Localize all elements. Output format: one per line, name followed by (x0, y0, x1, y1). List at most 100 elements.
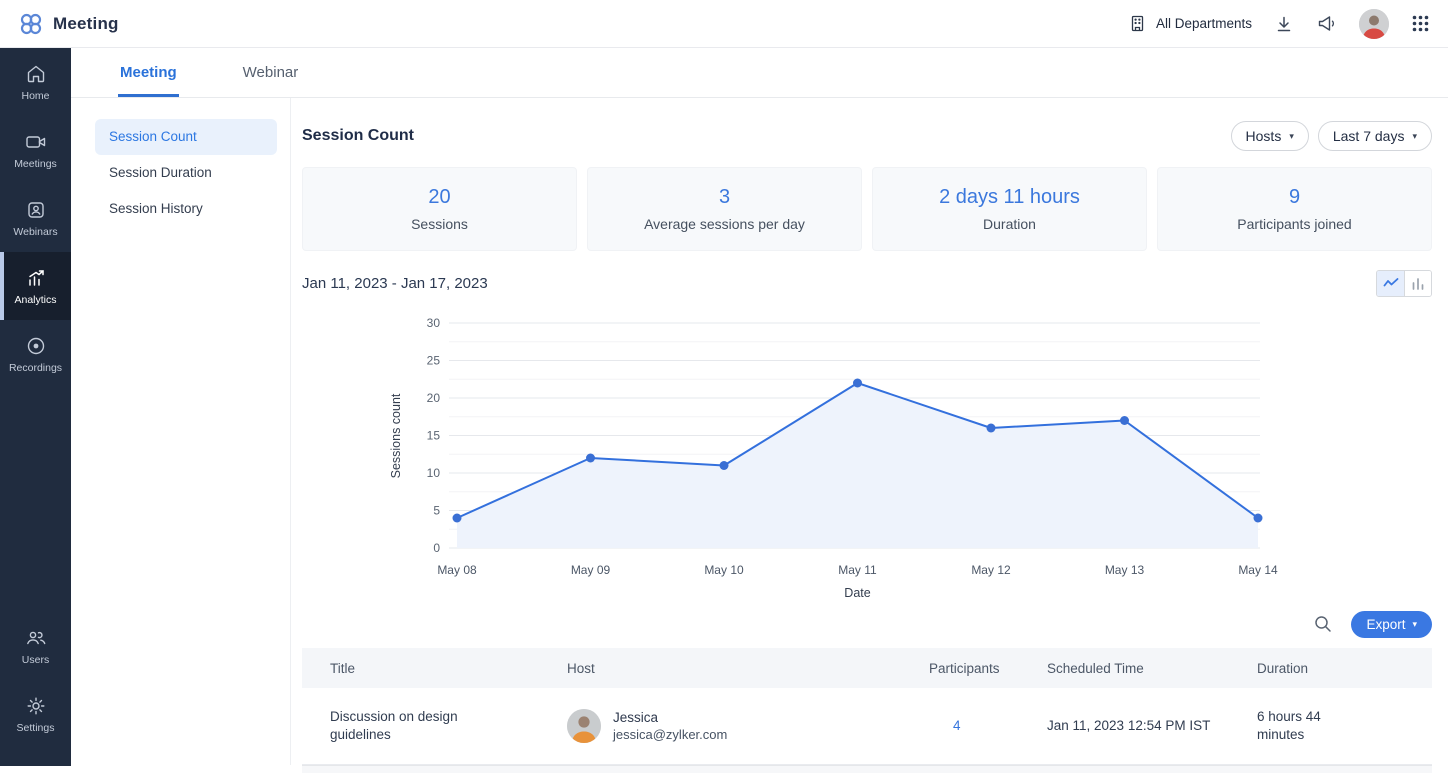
stat-value: 3 (719, 186, 730, 209)
sidebar-item-settings[interactable]: Settings (0, 680, 71, 748)
y-tick-label: 30 (427, 316, 441, 330)
export-button[interactable]: Export ▾ (1351, 611, 1432, 638)
sidebar-item-label: Meetings (14, 158, 57, 170)
x-tick-label: May 12 (971, 563, 1011, 577)
settings-icon (25, 695, 47, 717)
stat-card-average-sessions: 3 Average sessions per day (587, 167, 862, 251)
search-icon[interactable] (1309, 610, 1337, 638)
line-chart-toggle-icon[interactable] (1377, 271, 1404, 296)
table-row[interactable]: Discussion on design guidelines (302, 688, 1432, 764)
app-sidebar: Home Meetings Webinars Analytics (0, 48, 71, 766)
sessions-table: Title Host Participants Scheduled Time D… (302, 648, 1432, 765)
data-point (1120, 416, 1129, 425)
x-tick-label: May 10 (704, 563, 744, 577)
host-email: jessica@zylker.com (613, 726, 727, 743)
download-icon[interactable] (1274, 14, 1294, 34)
data-point (720, 461, 729, 470)
analytics-subnav: Session Count Session Duration Session H… (71, 98, 291, 765)
chevron-down-icon: ▾ (1289, 131, 1294, 142)
table-header-row: Title Host Participants Scheduled Time D… (302, 648, 1432, 688)
column-scheduled-time: Scheduled Time (1047, 648, 1257, 688)
meeting-logo-icon (18, 11, 44, 37)
subnav-item-session-history[interactable]: Session History (95, 191, 277, 227)
bar-chart-toggle-icon[interactable] (1404, 271, 1431, 296)
stat-label: Participants joined (1237, 216, 1351, 232)
apps-grid-icon[interactable] (1411, 14, 1430, 33)
app-title: Meeting (53, 14, 119, 34)
x-tick-label: May 13 (1105, 563, 1145, 577)
data-point (453, 514, 462, 523)
y-tick-label: 25 (427, 354, 441, 368)
column-title: Title (302, 648, 567, 688)
chevron-down-icon: ▾ (1412, 619, 1417, 630)
sidebar-item-label: Home (21, 90, 49, 102)
tab-webinar[interactable]: Webinar (241, 64, 301, 97)
y-axis-label: Sessions count (389, 393, 403, 478)
sidebar-item-label: Users (22, 654, 49, 666)
department-selector[interactable]: All Departments (1128, 14, 1252, 33)
sidebar-item-users[interactable]: Users (0, 612, 71, 680)
date-range-label: Last 7 days (1333, 128, 1405, 144)
meetings-icon (24, 131, 48, 153)
recordings-icon (25, 335, 47, 357)
stat-value: 9 (1289, 186, 1300, 209)
sidebar-item-label: Recordings (9, 362, 62, 374)
app-brand: Meeting (18, 11, 119, 37)
stat-card-participants: 9 Participants joined (1157, 167, 1432, 251)
host-avatar (567, 709, 601, 743)
data-point (586, 454, 595, 463)
tab-meeting[interactable]: Meeting (118, 64, 179, 97)
webinars-icon (25, 199, 47, 221)
users-icon (24, 627, 48, 649)
stat-card-sessions: 20 Sessions (302, 167, 577, 251)
sidebar-item-webinars[interactable]: Webinars (0, 184, 71, 252)
chart-area-fill (457, 383, 1258, 548)
x-tick-label: May 08 (437, 563, 477, 577)
sidebar-item-recordings[interactable]: Recordings (0, 320, 71, 388)
stat-card-duration: 2 days 11 hours Duration (872, 167, 1147, 251)
home-icon (25, 63, 47, 85)
date-range-dropdown[interactable]: Last 7 days ▾ (1318, 121, 1432, 151)
tabbar: Meeting Webinar (71, 48, 1448, 98)
export-label: Export (1366, 617, 1405, 632)
column-duration: Duration (1257, 648, 1432, 688)
announcements-icon[interactable] (1316, 13, 1337, 34)
y-tick-label: 0 (433, 541, 440, 555)
user-avatar[interactable] (1359, 9, 1389, 39)
sidebar-item-analytics[interactable]: Analytics (0, 252, 71, 320)
data-point (987, 424, 996, 433)
y-tick-label: 10 (427, 466, 441, 480)
host-name: Jessica (613, 709, 727, 726)
session-count-panel: Session Count Hosts ▾ Last 7 days ▾ 20 S… (291, 98, 1448, 765)
sidebar-item-label: Analytics (14, 294, 56, 306)
x-tick-label: May 14 (1238, 563, 1278, 577)
stat-label: Duration (983, 216, 1036, 232)
x-tick-label: May 11 (838, 563, 877, 577)
sidebar-item-label: Settings (17, 722, 55, 734)
participants-count-link[interactable]: 4 (929, 718, 961, 733)
stat-label: Average sessions per day (644, 216, 805, 232)
y-tick-label: 20 (427, 391, 441, 405)
topbar: Meeting All Departments (0, 0, 1448, 48)
y-tick-label: 15 (427, 429, 441, 443)
data-point (1254, 514, 1263, 523)
hosts-filter-dropdown[interactable]: Hosts ▾ (1231, 121, 1309, 151)
data-point (853, 379, 862, 388)
stat-label: Sessions (411, 216, 468, 232)
scheduled-time: Jan 11, 2023 12:54 PM IST (1047, 717, 1222, 735)
subnav-item-session-count[interactable]: Session Count (95, 119, 277, 155)
column-participants: Participants (929, 648, 1047, 688)
subnav-item-session-duration[interactable]: Session Duration (95, 155, 277, 191)
hosts-filter-label: Hosts (1246, 128, 1282, 144)
sidebar-item-label: Webinars (13, 226, 57, 238)
chevron-down-icon: ▾ (1412, 131, 1417, 142)
sidebar-item-meetings[interactable]: Meetings (0, 116, 71, 184)
session-duration: 6 hours 44 minutes (1257, 708, 1367, 744)
chart-type-toggle (1376, 270, 1432, 297)
stat-value: 20 (428, 186, 450, 209)
column-host: Host (567, 648, 929, 688)
chart-date-range: Jan 11, 2023 - Jan 17, 2023 (302, 275, 488, 292)
x-axis-label: Date (844, 586, 870, 600)
page-title: Session Count (302, 127, 414, 145)
sidebar-item-home[interactable]: Home (0, 48, 71, 116)
